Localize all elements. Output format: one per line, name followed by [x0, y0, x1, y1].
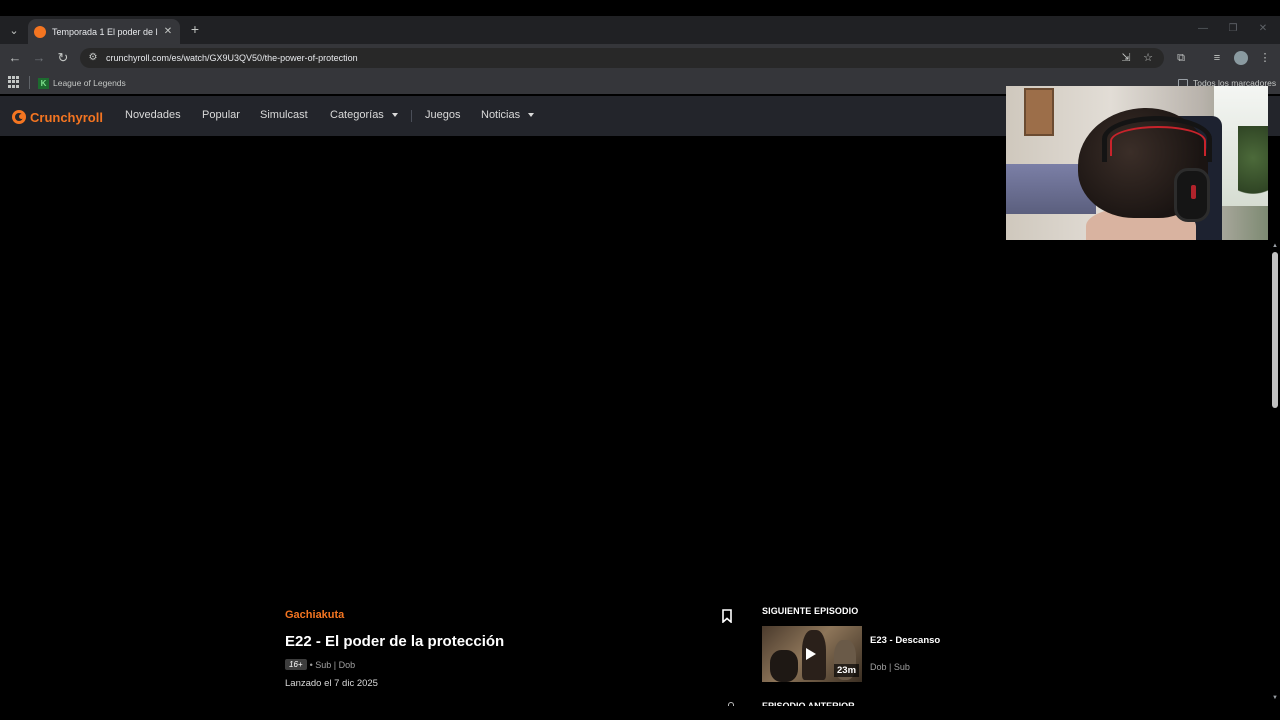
apps-grid-icon[interactable] [8, 76, 20, 88]
crunchyroll-logo[interactable]: Crunchyroll [12, 108, 103, 126]
nav-label: Noticias [481, 109, 521, 121]
plant [1238, 126, 1268, 206]
tab-title: Temporada 1 El poder de la protección [52, 26, 158, 37]
nav-popular[interactable]: Popular [202, 109, 240, 121]
bookmark-star-icon[interactable]: ☆ [1140, 50, 1156, 66]
webcam-overlay [1006, 86, 1268, 240]
bookmark-label: League of Legends [53, 78, 126, 88]
nav-label: Juegos [425, 109, 461, 121]
episode-duration: 23m [834, 664, 860, 677]
extensions-puzzle-icon[interactable]: ⧉ [1173, 50, 1189, 66]
close-window-icon[interactable]: ✕ [1256, 22, 1270, 36]
bookmark-league-of-legends[interactable]: K League of Legends [38, 76, 126, 90]
minimize-icon[interactable]: — [1196, 22, 1210, 36]
maturity-rating-badge: 16+ [285, 659, 307, 670]
wall-poster [1024, 88, 1054, 136]
browser-tab[interactable]: Temporada 1 El poder de la protección ✕ [28, 19, 180, 44]
logo-text: Crunchyroll [30, 109, 103, 125]
profile-avatar[interactable] [1234, 51, 1248, 65]
bookmark-icon[interactable] [721, 609, 733, 623]
scrollbar-thumb[interactable] [1272, 252, 1278, 408]
nav-noticias[interactable]: Noticias [481, 109, 535, 121]
scroll-up-arrow-icon[interactable]: ▲ [1271, 242, 1279, 250]
next-episode-audio: Dob | Sub [870, 662, 910, 672]
nav-novedades[interactable]: Novedades [125, 109, 181, 121]
play-icon[interactable] [806, 648, 816, 660]
media-control-icon[interactable]: ≡ [1209, 50, 1225, 66]
nav-divider [411, 110, 412, 122]
tab-search-chevron-icon[interactable]: ⌄ [4, 20, 24, 40]
scroll-down-arrow-icon[interactable]: ▼ [1271, 694, 1279, 702]
series-link[interactable]: Gachiakuta [285, 609, 344, 621]
rating-actions-row[interactable] [285, 700, 405, 706]
previous-episode-heading: EPISODIO ANTERIOR [762, 701, 855, 706]
chevron-down-icon [391, 113, 398, 117]
episode-title: E22 - El poder de la protección [285, 633, 505, 650]
nav-categorias[interactable]: Categorías [330, 109, 398, 121]
league-of-legends-icon: K [38, 77, 49, 89]
chevron-down-icon [528, 113, 535, 117]
address-bar[interactable]: ⚙ crunchyroll.com/es/watch/GX9U3QV50/the… [80, 48, 1164, 68]
tab-close-icon[interactable]: ✕ [162, 26, 174, 37]
url-text: crunchyroll.com/es/watch/GX9U3QV50/the-p… [106, 53, 358, 63]
back-arrow-icon[interactable]: ← [6, 49, 24, 67]
nav-label: Categorías [330, 109, 384, 121]
restore-icon[interactable]: ❐ [1226, 22, 1240, 36]
more-options-icon[interactable] [728, 702, 734, 706]
headphones-earcup [1174, 168, 1210, 222]
bookmarks-divider [29, 76, 30, 89]
nav-juegos[interactable]: Juegos [425, 109, 460, 121]
episode-meta: 16+ • Sub | Dob [285, 658, 355, 671]
crunchyroll-logo-icon [12, 110, 26, 124]
audio-options: • Sub | Dob [309, 659, 356, 670]
nav-label: Simulcast [260, 109, 308, 121]
headphones-accent [1110, 126, 1206, 156]
nav-simulcast[interactable]: Simulcast [260, 109, 308, 121]
top-border [0, 0, 1280, 16]
new-tab-button[interactable]: + [188, 21, 202, 37]
menu-kebab-icon[interactable]: ⋮ [1257, 50, 1273, 66]
install-app-icon[interactable]: ⇲ [1118, 50, 1134, 66]
forward-arrow-icon[interactable]: → [30, 49, 48, 67]
next-episode-heading: SIGUIENTE EPISODIO [762, 606, 859, 616]
nav-label: Popular [202, 109, 240, 121]
reload-icon[interactable]: ↻ [54, 49, 72, 67]
crunchyroll-favicon-icon [34, 25, 46, 38]
release-date: Lanzado el 7 dic 2025 [285, 678, 378, 689]
next-episode-title[interactable]: E23 - Descanso [870, 635, 940, 646]
nav-label: Novedades [125, 109, 181, 121]
site-info-icon[interactable]: ⚙ [86, 51, 100, 65]
